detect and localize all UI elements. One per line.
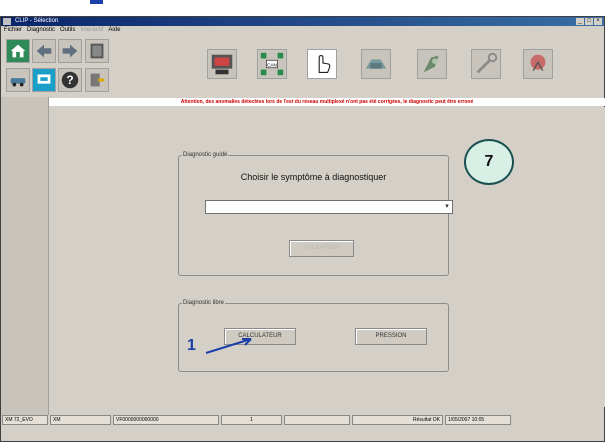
svg-text:?: ?: [66, 73, 73, 87]
application-window: CLIP - Sélection _ □ × Fichier Diagnosti…: [0, 16, 605, 442]
wrench-icon[interactable]: [471, 49, 501, 79]
pressure-button[interactable]: PRESSION: [355, 328, 427, 345]
left-sidebar: [1, 97, 49, 415]
status-datetime: 1/05/2007 10:05: [445, 415, 511, 425]
callout-arrow-icon: [205, 338, 252, 354]
spray-icon[interactable]: [523, 49, 553, 79]
validate-button[interactable]: VALIDATION: [289, 240, 354, 257]
exit-icon[interactable]: [85, 68, 109, 92]
book-icon[interactable]: [85, 39, 109, 63]
maximize-button[interactable]: □: [585, 18, 593, 25]
callout-number: 1: [187, 337, 196, 354]
chevron-down-icon[interactable]: ▾: [442, 201, 452, 213]
engine-icon[interactable]: [361, 49, 391, 79]
status-vehicle: XM 72_EVO: [2, 415, 48, 425]
status-vin: VF0000000000000: [113, 415, 219, 425]
alert-text: Attention, des anomalies détectées lors …: [180, 99, 474, 105]
menu-aide[interactable]: Aide: [108, 26, 120, 35]
forward-arrow-icon[interactable]: [58, 39, 82, 63]
menu-fichier[interactable]: Fichier: [4, 26, 22, 35]
window-controls: _ □ ×: [576, 18, 602, 25]
hand-pointer-icon[interactable]: [307, 49, 337, 79]
can-network-icon[interactable]: CAN: [257, 49, 287, 79]
guided-diagnostic-legend: Diagnostic guidé: [182, 152, 229, 158]
back-arrow-icon[interactable]: [32, 39, 56, 63]
help-icon[interactable]: ?: [58, 68, 82, 92]
symptom-select[interactable]: ▾: [205, 200, 453, 214]
blue-dash-top: [90, 0, 103, 4]
app-icon: [3, 18, 11, 25]
status-model: XM: [50, 415, 111, 425]
close-button[interactable]: ×: [594, 18, 602, 25]
symptom-prompt: Choisir le symptôme à diagnostiquer: [240, 172, 387, 182]
toolbar: ? CAN: [1, 35, 604, 97]
minimize-button[interactable]: _: [576, 18, 584, 25]
status-result: Résultat OK: [352, 415, 443, 425]
menu-interactif[interactable]: Interactif: [80, 26, 103, 35]
guided-diagnostic-group: Diagnostic guidé Choisir le symptôme à d…: [178, 152, 453, 276]
title-bar: CLIP - Sélection _ □ ×: [1, 17, 604, 26]
svg-text:CAN: CAN: [267, 62, 277, 67]
vehicle-screen-icon[interactable]: [32, 68, 56, 92]
main-panel: Diagnostic guidé Choisir le symptôme à d…: [49, 107, 605, 407]
step-badge: 7: [464, 139, 514, 185]
menu-outils[interactable]: Outils: [60, 26, 75, 35]
status-bar: XM 72_EVO XM VF0000000000000 1 Résultat …: [1, 415, 604, 425]
diagnostic-tool-icon[interactable]: [417, 49, 447, 79]
status-count: 1: [221, 415, 282, 425]
home-icon[interactable]: [6, 39, 30, 63]
car-network-icon[interactable]: [6, 68, 30, 92]
status-empty: [284, 415, 350, 425]
free-diagnostic-legend: Diagnostic libre: [182, 300, 226, 306]
menu-diagnostic[interactable]: Diagnostic: [27, 26, 55, 35]
window-title: CLIP - Sélection: [15, 18, 59, 24]
alert-banner: Attention, des anomalies détectées lors …: [49, 98, 605, 106]
tester-icon[interactable]: [207, 49, 237, 79]
menu-bar: Fichier Diagnostic Outils Interactif Aid…: [1, 26, 604, 35]
